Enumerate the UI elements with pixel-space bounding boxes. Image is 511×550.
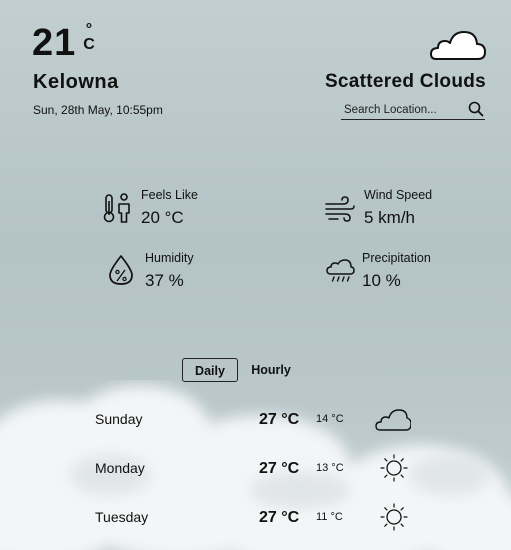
forecast-low: 11 °C — [316, 511, 343, 523]
tab-daily[interactable]: Daily — [182, 358, 238, 382]
sun-icon — [380, 503, 408, 531]
current-temperature: 21 — [32, 22, 77, 64]
forecast-low: 14 °C — [316, 413, 344, 425]
search-input[interactable] — [344, 102, 462, 118]
humidity-label: Humidity — [145, 251, 194, 265]
forecast-day: Tuesday — [95, 509, 149, 525]
tab-hourly[interactable]: Hourly — [243, 358, 299, 382]
precipitation-value: 10 % — [362, 271, 401, 290]
city-name: Kelowna — [33, 71, 119, 93]
unit-letter: C — [83, 36, 95, 53]
feels-like-value: 20 °C — [141, 208, 184, 227]
forecast-day: Sunday — [95, 411, 143, 427]
cloud-icon — [375, 409, 411, 431]
humidity-drop-icon — [109, 255, 133, 285]
humidity-value: 37 % — [145, 271, 184, 290]
wind-speed-value: 5 km/h — [364, 208, 416, 227]
weather-condition: Scattered Clouds — [324, 71, 486, 92]
forecast-low: 13 °C — [316, 462, 344, 474]
degree-symbol: ° — [85, 21, 93, 38]
cloud-icon — [430, 31, 486, 60]
feels-like-label: Feels Like — [141, 188, 198, 202]
sun-icon — [380, 454, 408, 482]
rain-cloud-icon — [326, 259, 355, 282]
forecast-high: 27 °C — [259, 460, 300, 477]
wind-speed-label: Wind Speed — [364, 188, 433, 202]
background-clouds — [0, 385, 511, 550]
precipitation-label: Precipitation — [362, 251, 431, 265]
forecast-high: 27 °C — [259, 509, 300, 526]
current-datetime: Sun, 28th May, 10:55pm — [33, 103, 163, 117]
thermometer-person-icon — [103, 193, 130, 223]
forecast-day: Monday — [95, 460, 145, 476]
temperature-unit: ° C — [83, 21, 95, 53]
search-bar — [341, 101, 485, 120]
wind-icon — [325, 196, 355, 222]
forecast-high: 27 °C — [259, 411, 300, 428]
search-icon[interactable] — [468, 101, 484, 117]
